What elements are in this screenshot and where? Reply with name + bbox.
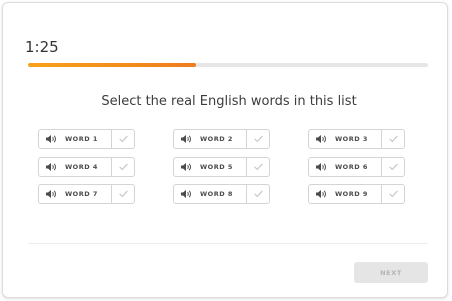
word-audio-button[interactable]: WORD 6 xyxy=(308,157,382,177)
next-button[interactable]: NEXT xyxy=(354,262,428,283)
word-item: WORD 2 xyxy=(173,129,270,149)
word-audio-button[interactable]: WORD 4 xyxy=(38,157,112,177)
word-item: WORD 7 xyxy=(38,184,135,204)
speaker-icon xyxy=(45,134,57,144)
word-label: WORD 9 xyxy=(335,190,368,198)
word-grid: WORD 1 WORD 2 WORD 3 WORD 4 WORD 5 WORD 6 WORD… xyxy=(38,129,406,205)
word-label: WORD 2 xyxy=(200,135,233,143)
word-label: WORD 5 xyxy=(200,163,233,171)
word-item: WORD 6 xyxy=(308,157,405,177)
word-audio-button[interactable]: WORD 7 xyxy=(38,184,112,204)
word-row: WORD 7 WORD 8 WORD 9 xyxy=(38,184,406,204)
word-label: WORD 7 xyxy=(65,190,98,198)
speaker-icon xyxy=(45,189,57,199)
word-audio-button[interactable]: WORD 9 xyxy=(308,184,382,204)
progress-bar xyxy=(28,63,428,67)
word-label: WORD 1 xyxy=(65,135,98,143)
word-check-button[interactable] xyxy=(382,129,405,149)
word-label: WORD 6 xyxy=(335,163,368,171)
progress-fill xyxy=(28,63,196,67)
checkmark-icon xyxy=(253,163,263,171)
checkmark-icon xyxy=(253,135,263,143)
word-audio-button[interactable]: WORD 2 xyxy=(173,129,247,149)
word-audio-button[interactable]: WORD 8 xyxy=(173,184,247,204)
checkmark-icon xyxy=(388,163,398,171)
timer: 1:25 xyxy=(25,38,59,56)
checkmark-icon xyxy=(253,190,263,198)
speaker-icon xyxy=(45,162,57,172)
word-label: WORD 8 xyxy=(200,190,233,198)
checkmark-icon xyxy=(388,190,398,198)
checkmark-icon xyxy=(388,135,398,143)
word-item: WORD 4 xyxy=(38,157,135,177)
word-item: WORD 9 xyxy=(308,184,405,204)
word-audio-button[interactable]: WORD 1 xyxy=(38,129,112,149)
word-item: WORD 8 xyxy=(173,184,270,204)
word-item: WORD 5 xyxy=(173,157,270,177)
word-check-button[interactable] xyxy=(112,184,135,204)
word-check-button[interactable] xyxy=(247,157,270,177)
word-check-button[interactable] xyxy=(382,157,405,177)
word-check-button[interactable] xyxy=(112,129,135,149)
word-check-button[interactable] xyxy=(247,184,270,204)
word-audio-button[interactable]: WORD 5 xyxy=(173,157,247,177)
word-label: WORD 3 xyxy=(335,135,368,143)
word-item: WORD 3 xyxy=(308,129,405,149)
checkmark-icon xyxy=(118,135,128,143)
word-check-button[interactable] xyxy=(247,129,270,149)
speaker-icon xyxy=(315,162,327,172)
speaker-icon xyxy=(180,189,192,199)
speaker-icon xyxy=(315,189,327,199)
word-row: WORD 4 WORD 5 WORD 6 xyxy=(38,157,406,177)
checkmark-icon xyxy=(118,163,128,171)
speaker-icon xyxy=(315,134,327,144)
speaker-icon xyxy=(180,134,192,144)
word-check-button[interactable] xyxy=(382,184,405,204)
speaker-icon xyxy=(180,162,192,172)
word-item: WORD 1 xyxy=(38,129,135,149)
checkmark-icon xyxy=(118,190,128,198)
word-audio-button[interactable]: WORD 3 xyxy=(308,129,382,149)
word-row: WORD 1 WORD 2 WORD 3 xyxy=(38,129,406,149)
instruction-text: Select the real English words in this li… xyxy=(101,94,357,109)
word-label: WORD 4 xyxy=(65,163,98,171)
word-check-button[interactable] xyxy=(112,157,135,177)
test-card: 1:25 Select the real English words in th… xyxy=(2,2,448,298)
footer-divider xyxy=(28,243,428,244)
